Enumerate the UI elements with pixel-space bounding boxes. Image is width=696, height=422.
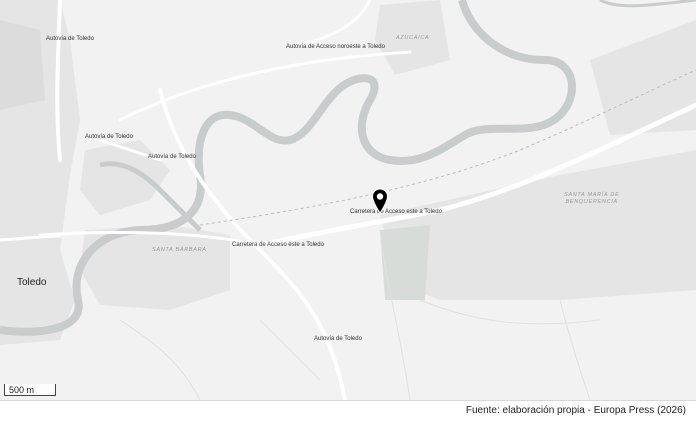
- city-label-toledo: Toledo: [17, 277, 47, 288]
- area-label-santa-barbara: SANTA BÁRBARA: [152, 247, 207, 253]
- old-town-block: [0, 20, 45, 110]
- road-label-autovia-toledo-nw: Autovía de Toledo: [46, 36, 94, 42]
- figure-footer: Fuente: elaboración propia - Europa Pres…: [0, 400, 696, 422]
- scale-bar: 500 m: [4, 384, 56, 396]
- road-label-carretera-este-west: Carretera de Acceso este a Toledo: [232, 242, 324, 248]
- road-label-autovia-toledo-center: Autovía de Toledo: [85, 134, 133, 140]
- map-figure: Autovía de Toledo Autovía de Acceso noro…: [0, 0, 696, 422]
- park-area: [380, 225, 430, 300]
- map-pin-shape: [371, 188, 389, 214]
- road-label-acceso-noroeste: Autovía de Acceso noroeste a Toledo: [286, 44, 385, 50]
- road-label-autovia-toledo-east: Autovía de Toledo: [148, 154, 196, 160]
- area-label-azucaica: AZUCAICA: [396, 35, 430, 41]
- source-caption: Fuente: elaboración propia - Europa Pres…: [465, 405, 686, 416]
- area-label-santa-maria: SANTA MARÍA DE BENQUERENCIA: [564, 192, 619, 207]
- area-label-santa-maria-line1: SANTA MARÍA DE: [564, 192, 620, 198]
- road-label-autovia-toledo-south: Autovía de Toledo: [314, 336, 362, 342]
- road-label-carretera-este-east: Carretera de Acceso este a Toledo: [350, 209, 442, 215]
- map-canvas[interactable]: Autovía de Toledo Autovía de Acceso noro…: [0, 0, 696, 400]
- map-pin-icon[interactable]: [371, 188, 389, 214]
- area-label-santa-maria-line2: BENQUERENCIA: [565, 199, 618, 206]
